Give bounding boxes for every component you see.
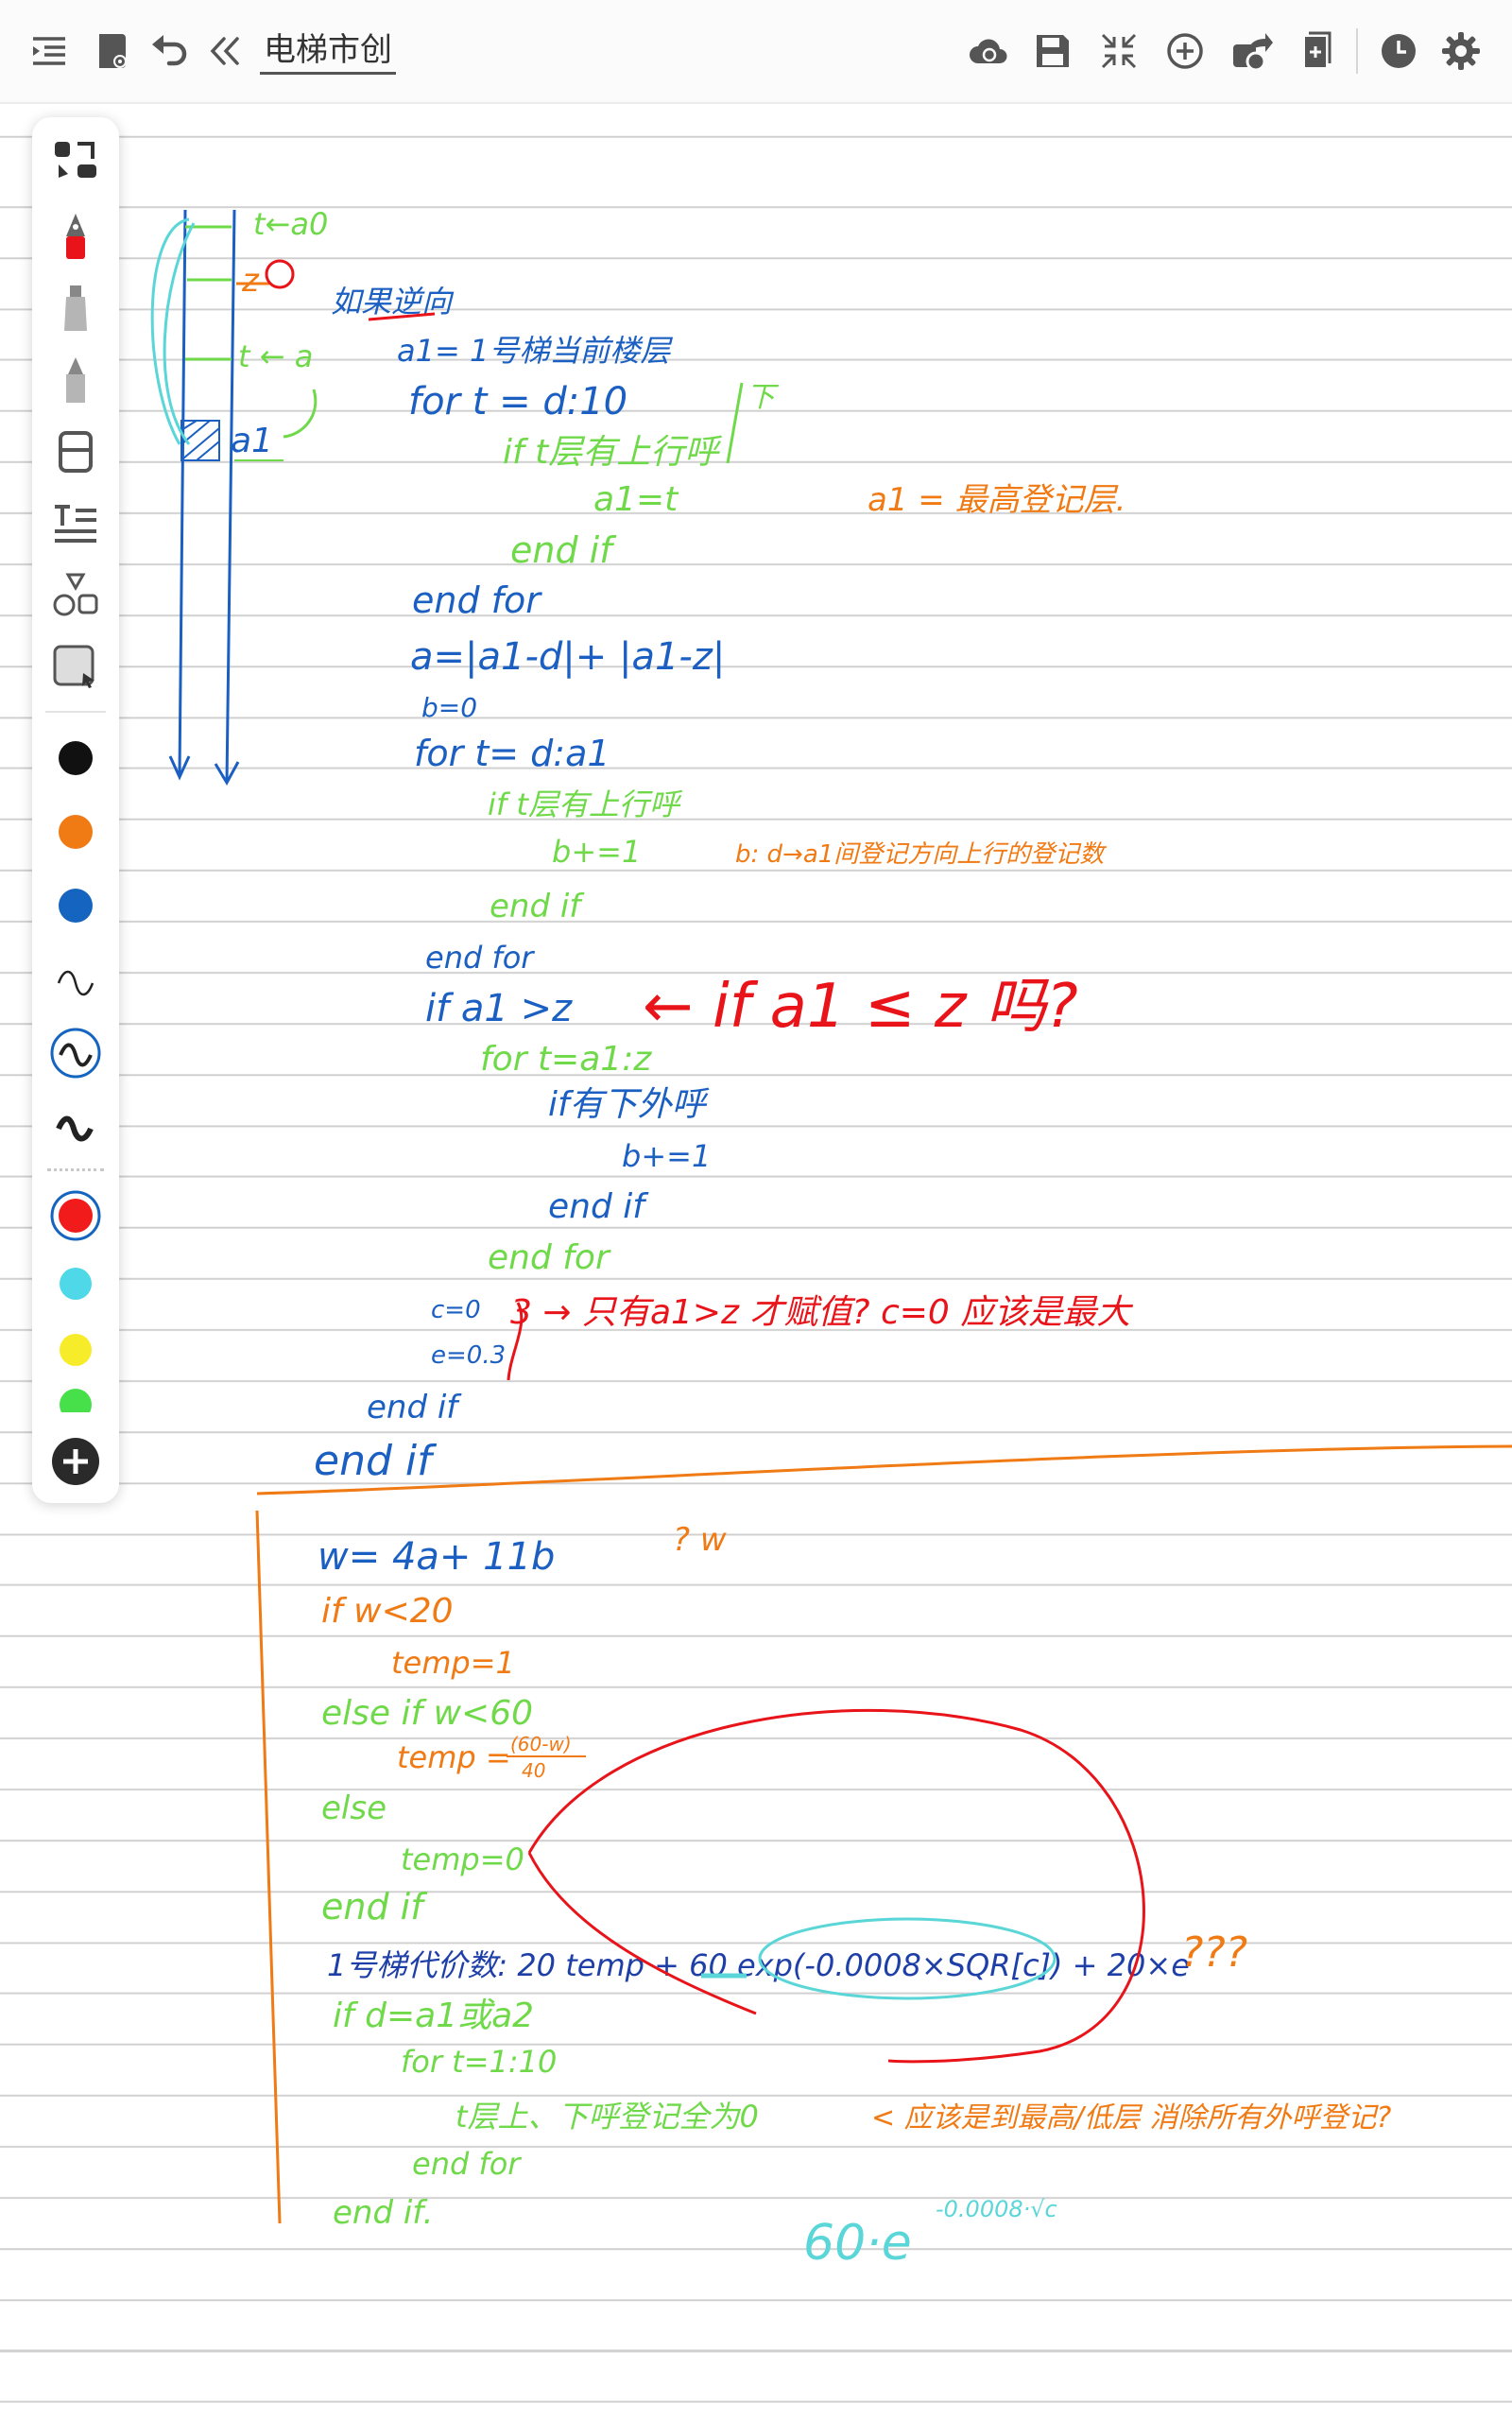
palette-dotted-divider: [47, 1168, 104, 1171]
svg-text:end if: end if: [490, 888, 585, 925]
undo-icon[interactable]: [144, 25, 197, 78]
lasso-icon[interactable]: [43, 130, 108, 195]
svg-text:end if: end if: [548, 1187, 649, 1226]
svg-text:end if: end if: [321, 1886, 428, 1927]
highlighter-icon[interactable]: [43, 276, 108, 340]
stroke-thin-icon[interactable]: [43, 947, 108, 1011]
svg-text:40: 40: [522, 1759, 545, 1782]
svg-text:1号梯代价数: 20 temp + 60 exp(-0.: 1号梯代价数: 20 temp + 60 exp(-0.0008×SQR[c])…: [327, 1947, 1190, 1983]
svg-text:if d=a1或a2: if d=a1或a2: [333, 1996, 534, 2035]
fullscreen-exit-icon[interactable]: [1092, 25, 1145, 78]
svg-text:if w<20: if w<20: [321, 1592, 454, 1631]
down-divider-stroke: [726, 382, 744, 464]
annotation-a1-max: a1 = 最高登记层.: [868, 481, 1125, 519]
section-box-left: [255, 1510, 282, 2224]
pencil-icon[interactable]: [43, 348, 108, 412]
svg-text:temp =: temp =: [397, 1739, 511, 1775]
diagram-top-label: t←a0: [253, 206, 328, 242]
save-icon[interactable]: [1026, 25, 1079, 78]
settings-icon[interactable]: [1435, 25, 1487, 78]
svg-text:end if: end if: [367, 1389, 462, 1426]
svg-text:end if.: end if.: [333, 2194, 433, 2232]
diagram-a1-label: a1: [231, 422, 273, 460]
color-black[interactable]: [43, 726, 108, 790]
svg-text:end if: end if: [510, 529, 617, 571]
svg-text:for t=a1:z: for t=a1:z: [480, 1040, 652, 1079]
notebook-icon[interactable]: [85, 25, 138, 78]
tool-palette: [32, 117, 119, 1503]
toolbar-divider: [1356, 28, 1358, 74]
stroke-medium-icon[interactable]: [43, 1021, 108, 1085]
svg-text:temp=0: temp=0: [401, 1841, 524, 1877]
color-yellow[interactable]: [43, 1318, 108, 1382]
fountain-pen-icon[interactable]: [43, 204, 108, 268]
annotation-should-reset: < 应该是到最高/低层 消除所有外呼登记?: [871, 2101, 1391, 2135]
svg-text:c=0: c=0: [431, 1296, 481, 1324]
shapes-icon[interactable]: [43, 563, 108, 628]
text-icon[interactable]: [43, 492, 108, 556]
diagram-z-label: z: [241, 262, 260, 300]
formula-base: 60·e: [803, 2215, 912, 2272]
annotation-b-count: b: d→a1间登记方向上行的登记数: [735, 840, 1107, 869]
svg-text:b+=1: b+=1: [622, 1138, 711, 1174]
svg-text:end if: end if: [314, 1437, 438, 1485]
add-color-button[interactable]: [43, 1429, 108, 1494]
annotation-down: 下: [747, 381, 780, 414]
svg-text:w= 4a+ 11b: w= 4a+ 11b: [318, 1535, 555, 1579]
collapse-left-icon[interactable]: [198, 25, 251, 78]
svg-text:if t层有上行呼: if t层有上行呼: [503, 433, 722, 472]
heading-if-reverse: 如果逆向: [331, 284, 455, 320]
svg-text:if t层有上行呼: if t层有上行呼: [488, 786, 683, 822]
add-circle-icon[interactable]: [1159, 25, 1211, 78]
svg-text:for t = d:10: for t = d:10: [408, 380, 627, 424]
svg-text:else if w<60: else if w<60: [321, 1694, 533, 1733]
annotation-c-question: 3 → 只有a1>z 才赋值? c=0 应该是最大: [510, 1293, 1133, 1332]
svg-text:b+=1: b+=1: [552, 834, 641, 870]
ink-canvas[interactable]: t←a0 z t ← a a1 如果逆向 a1= 1号梯当前楼层 for t =…: [0, 104, 1512, 2420]
svg-text:else: else: [321, 1789, 387, 1827]
svg-text:end for: end for: [412, 579, 542, 621]
diagram-t-a-label: t ← a: [238, 338, 313, 374]
svg-text:t层上、下呼登记全为0: t层上、下呼登记全为0: [455, 2099, 759, 2135]
history-icon[interactable]: [1372, 25, 1425, 78]
color-orange[interactable]: [43, 800, 108, 864]
add-page-icon[interactable]: [1291, 25, 1344, 78]
top-toolbar: 电梯市创: [0, 0, 1512, 104]
select-image-icon[interactable]: [43, 635, 108, 700]
svg-text:for t= d:a1: for t= d:a1: [414, 733, 610, 774]
document-title[interactable]: 电梯市创: [260, 28, 396, 75]
svg-text:temp=1: temp=1: [391, 1645, 515, 1681]
svg-text:(60-w): (60-w): [510, 1733, 572, 1755]
svg-text:a=|a1-d|+ |a1-z|: a=|a1-d|+ |a1-z|: [410, 635, 725, 679]
color-green[interactable]: [43, 1374, 108, 1412]
svg-text:b=0: b=0: [421, 692, 477, 723]
cloud-sync-icon[interactable]: [962, 25, 1015, 78]
svg-text:e=0.3: e=0.3: [431, 1341, 506, 1370]
eraser-icon[interactable]: [43, 420, 108, 484]
svg-text:end for: end for: [425, 940, 535, 976]
section-divider: [256, 1444, 1512, 1495]
svg-text:a1=t: a1=t: [593, 480, 679, 519]
annotation-question-a1-z: ← if a1 ≤ z 吗?: [643, 972, 1078, 1042]
elevator-shaft-diagram: [150, 209, 318, 786]
stroke-thick-icon[interactable]: [43, 1095, 108, 1159]
color-red-selected[interactable]: [43, 1184, 108, 1248]
annotation-triple-question: ???: [1181, 1928, 1247, 1977]
color-cyan[interactable]: [43, 1252, 108, 1316]
outline-icon[interactable]: [23, 25, 76, 78]
svg-text:if有下外呼: if有下外呼: [548, 1085, 710, 1124]
svg-text:a1= 1号梯当前楼层: a1= 1号梯当前楼层: [397, 333, 673, 369]
share-icon[interactable]: [1225, 25, 1278, 78]
red-loop-stroke: [527, 1708, 1145, 2064]
formula-exponent: -0.0008·√c: [936, 2196, 1057, 2222]
svg-text:end for: end for: [412, 2146, 522, 2182]
svg-text:end for: end for: [488, 1238, 611, 1277]
color-blue[interactable]: [43, 873, 108, 938]
annotation-w-question: ? w: [673, 1521, 727, 1559]
palette-divider: [45, 711, 106, 713]
svg-text:if a1 >z: if a1 >z: [425, 987, 573, 1030]
svg-text:for t=1:10: for t=1:10: [401, 2044, 557, 2080]
